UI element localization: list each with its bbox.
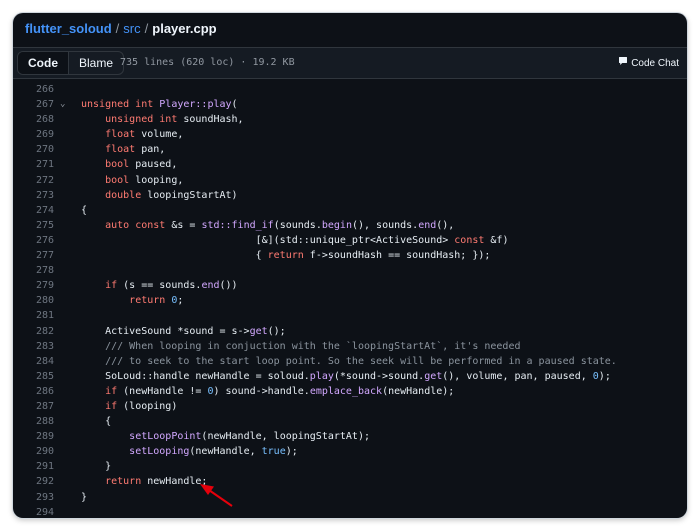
code-viewer-window: flutter_soloud / src / player.cpp Code Blame… (13, 13, 687, 518)
annotation-arrow-icon (200, 484, 233, 507)
